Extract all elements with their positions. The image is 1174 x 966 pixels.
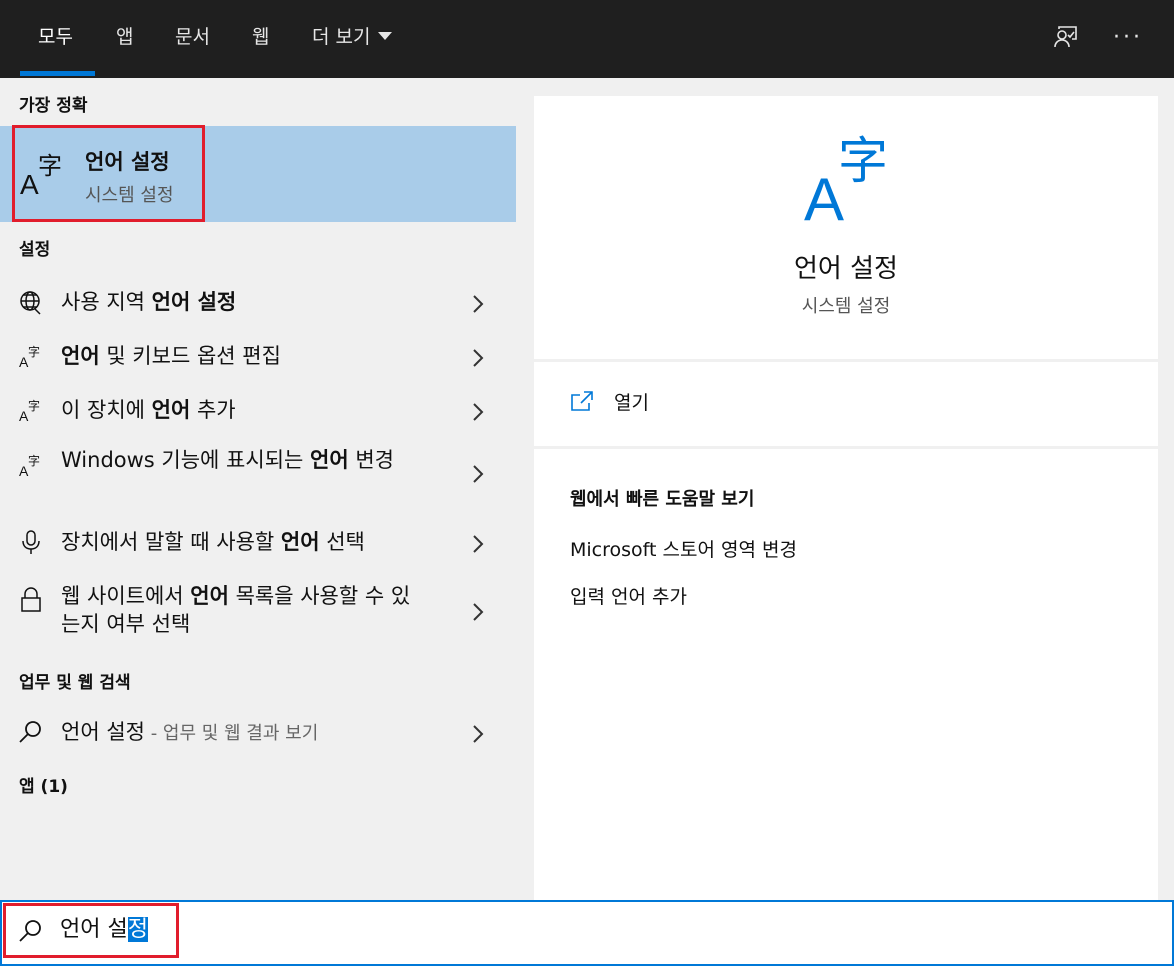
language-icon: A 字 xyxy=(19,344,40,369)
preview-subtitle: 시스템 설정 xyxy=(801,296,891,317)
lock-icon xyxy=(21,587,41,612)
settings-item-label: 웹 사이트에서 언어 목록을 사용할 수 있는지 여부 선택 xyxy=(61,584,411,636)
work-web-search-header: 업무 및 웹 검색 xyxy=(19,673,131,693)
microphone-icon xyxy=(22,530,40,554)
search-filter-bar: 모두 앱 문서 웹 더 보기 ··· xyxy=(0,0,1174,78)
settings-item-language-keyboard[interactable]: A 字 언어 및 키보드 옵션 편집 xyxy=(0,336,516,380)
preview-header-card: A 字 언어 설정 시스템 설정 xyxy=(534,96,1158,359)
chevron-right-icon xyxy=(473,725,484,743)
settings-header: 설정 xyxy=(19,240,51,260)
web-search-label: 언어 설정 - 업무 및 웹 결과 보기 xyxy=(61,720,319,744)
highlight-frame xyxy=(3,903,179,958)
svg-text:字: 字 xyxy=(838,132,888,190)
settings-item-region-language[interactable]: 사용 지역 언어 설정 xyxy=(0,282,516,326)
web-search-item[interactable]: 언어 설정 - 업무 및 웹 결과 보기 xyxy=(0,712,516,756)
language-settings-icon: A 字 xyxy=(804,132,888,224)
tab-all[interactable]: 모두 xyxy=(38,22,73,52)
svg-text:字: 字 xyxy=(28,398,40,413)
chevron-right-icon xyxy=(473,349,484,367)
active-tab-indicator xyxy=(20,71,95,76)
tab-documents[interactable]: 문서 xyxy=(175,22,210,52)
settings-item-windows-display-language[interactable]: A 字 Windows 기능에 표시되는 언어 변경 xyxy=(0,444,516,508)
search-icon xyxy=(19,721,41,743)
web-help-header: 웹에서 빠른 도움말 보기 xyxy=(570,489,755,510)
open-button[interactable]: 열기 xyxy=(570,386,649,416)
tab-web[interactable]: 웹 xyxy=(252,22,269,52)
preview-title: 언어 설정 xyxy=(794,254,898,284)
settings-item-website-language-list[interactable]: 웹 사이트에서 언어 목록을 사용할 수 있는지 여부 선택 xyxy=(0,580,516,644)
results-panel: 가장 정확 A 字 언어 설정 시스템 설정 설정 사용 지역 언어 설정 A … xyxy=(0,78,516,900)
globe-icon xyxy=(20,291,41,315)
settings-item-speech-language[interactable]: 장치에서 말할 때 사용할 언어 선택 xyxy=(0,522,516,566)
open-icon xyxy=(571,391,593,411)
svg-text:字: 字 xyxy=(28,344,40,359)
preview-actions-card: 열기 xyxy=(534,362,1158,446)
tab-apps[interactable]: 앱 xyxy=(116,22,133,52)
settings-item-label: 이 장치에 언어 추가 xyxy=(61,398,236,422)
language-icon: A 字 xyxy=(19,398,40,423)
feedback-icon[interactable] xyxy=(1047,20,1083,56)
open-label: 열기 xyxy=(614,391,649,414)
best-match-header: 가장 정확 xyxy=(19,96,88,116)
settings-item-label: 장치에서 말할 때 사용할 언어 선택 xyxy=(61,530,365,554)
language-icon: A 字 xyxy=(19,453,40,478)
web-help-card: 웹에서 빠른 도움말 보기 Microsoft 스토어 영역 변경 입력 언어 … xyxy=(534,449,1158,900)
chevron-right-icon xyxy=(473,535,484,553)
apps-header: 앱 (1) xyxy=(19,777,68,797)
web-help-link[interactable]: Microsoft 스토어 영역 변경 xyxy=(570,535,797,562)
chevron-down-icon xyxy=(378,32,393,40)
chevron-right-icon xyxy=(473,465,484,483)
settings-item-label: 사용 지역 언어 설정 xyxy=(61,290,237,314)
svg-text:字: 字 xyxy=(28,453,40,468)
settings-item-add-language[interactable]: A 字 이 장치에 언어 추가 xyxy=(0,390,516,434)
chevron-right-icon xyxy=(473,295,484,313)
settings-item-label: Windows 기능에 표시되는 언어 변경 xyxy=(61,448,394,472)
web-help-link[interactable]: 입력 언어 추가 xyxy=(570,582,687,609)
tab-more[interactable]: 더 보기 xyxy=(312,22,393,52)
chevron-right-icon xyxy=(473,603,484,621)
settings-item-label: 언어 및 키보드 옵션 편집 xyxy=(61,344,281,368)
chevron-right-icon xyxy=(473,403,484,421)
more-options-icon[interactable]: ··· xyxy=(1110,20,1146,56)
tab-more-label: 더 보기 xyxy=(312,26,371,48)
highlight-frame xyxy=(12,125,205,222)
